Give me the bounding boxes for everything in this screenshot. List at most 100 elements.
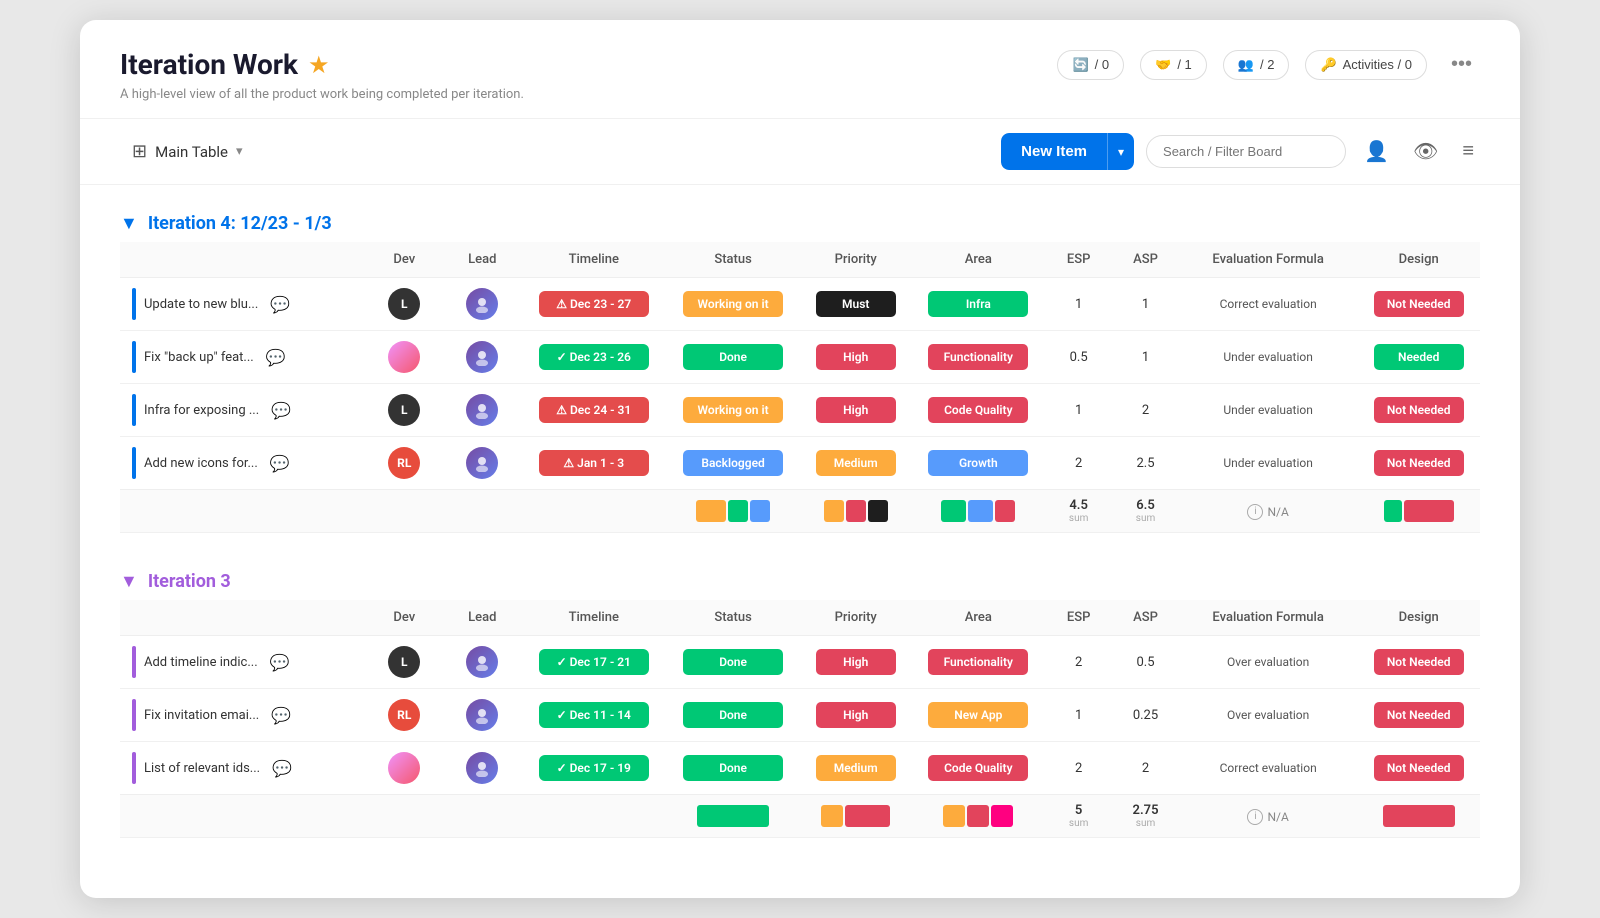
table-icon: ⊞ — [132, 141, 147, 162]
summary-status — [666, 795, 800, 838]
lead-cell — [443, 331, 521, 384]
counter-btn-0[interactable]: 🔄 / 0 — [1057, 50, 1124, 80]
priority-cell: High — [800, 689, 911, 742]
col-lead: Lead — [443, 242, 521, 278]
counter-label-2: / 2 — [1260, 57, 1274, 72]
summary-asp: 6.5 sum — [1112, 490, 1179, 533]
item-name-cell: Infra for exposing ... 💬 — [120, 384, 365, 437]
dev-cell: RL — [365, 689, 443, 742]
priority-cell: Medium — [800, 742, 911, 795]
eval-cell: Correct evaluation — [1179, 742, 1357, 795]
col-asp: ASP — [1112, 600, 1179, 636]
comment-icon[interactable]: 💬 — [271, 401, 291, 420]
timeline-badge: ✓ Dec 11 - 14 — [539, 702, 649, 728]
comment-icon[interactable]: 💬 — [270, 295, 290, 314]
design-summary-block — [1383, 805, 1455, 827]
col-eval: Evaluation Formula — [1179, 242, 1357, 278]
lead-avatar — [466, 752, 498, 784]
info-icon: i — [1247, 809, 1263, 825]
col-priority: Priority — [800, 600, 911, 636]
star-icon[interactable]: ★ — [308, 51, 330, 79]
priority-badge: High — [816, 344, 896, 370]
iteration-4-table-wrapper: Dev Lead Timeline Status Priority Area E… — [120, 242, 1480, 533]
comment-icon[interactable]: 💬 — [266, 348, 286, 367]
area-cell: Code Quality — [911, 742, 1045, 795]
esp-cell: 1 — [1045, 384, 1112, 437]
eye-icon-button[interactable]: 👁 — [1407, 133, 1444, 170]
table-row: Update to new blu... 💬 L ⚠ Dec 23 - 27 W… — [120, 278, 1480, 331]
comment-icon[interactable]: 💬 — [270, 454, 290, 473]
item-name-text: Infra for exposing ... — [144, 403, 259, 418]
counter-label-1: / 1 — [1177, 57, 1191, 72]
summary-status — [666, 490, 800, 533]
summary-lead — [443, 795, 521, 838]
col-esp: ESP — [1045, 600, 1112, 636]
eval-cell: Over evaluation — [1179, 636, 1357, 689]
eval-cell: Over evaluation — [1179, 689, 1357, 742]
summary-lead — [443, 490, 521, 533]
iteration-4-title: Iteration 4: 12/23 - 1/3 — [148, 213, 332, 234]
user-icon-button[interactable]: 👤 — [1358, 133, 1395, 170]
item-name-cell: Add new icons for... 💬 — [120, 437, 365, 490]
table-row: Fix invitation emai... 💬 RL ✓ Dec 11 - 1… — [120, 689, 1480, 742]
summary-timeline — [521, 490, 666, 533]
summary-eval: i N/A — [1179, 795, 1357, 838]
item-name-text: Fix "back up" feat... — [144, 350, 254, 365]
comment-icon[interactable]: 💬 — [272, 759, 292, 778]
col-status: Status — [666, 600, 800, 636]
filter-icon-button[interactable]: ≡ — [1456, 134, 1480, 169]
summary-area — [911, 795, 1045, 838]
status-badge: Backlogged — [683, 450, 783, 476]
table-name: Main Table — [155, 143, 228, 161]
lead-cell — [443, 437, 521, 490]
color-bar — [132, 341, 136, 373]
summary-dev — [365, 490, 443, 533]
summary-priority — [800, 490, 911, 533]
esp-cell: 1 — [1045, 689, 1112, 742]
timeline-cell: ✓ Dec 17 - 21 — [521, 636, 666, 689]
iteration-4-toggle[interactable]: ▼ — [120, 213, 138, 234]
table-row: Add timeline indic... 💬 L ✓ Dec 17 - 21 … — [120, 636, 1480, 689]
design-badge: Not Needed — [1374, 291, 1464, 317]
status-cell: Working on it — [666, 384, 800, 437]
more-button[interactable]: ••• — [1443, 49, 1480, 80]
item-name-text: Add timeline indic... — [144, 655, 258, 670]
lead-avatar — [466, 447, 498, 479]
table-row: Fix "back up" feat... 💬 ✓ Dec 23 - 26 Do… — [120, 331, 1480, 384]
dev-cell: L — [365, 636, 443, 689]
app-container: Iteration Work ★ 🔄 / 0 🤝 / 1 👥 / 2 🔑 — [80, 20, 1520, 898]
app-title: Iteration Work — [120, 48, 298, 81]
area-summary-block — [967, 805, 989, 827]
new-item-dropdown-button[interactable]: ▾ — [1107, 133, 1134, 170]
new-item-button[interactable]: New Item — [1001, 133, 1107, 170]
comment-icon[interactable]: 💬 — [271, 706, 291, 725]
lead-cell — [443, 384, 521, 437]
esp-cell: 2 — [1045, 437, 1112, 490]
design-cell: Not Needed — [1357, 636, 1480, 689]
area-summary-block — [991, 805, 1013, 827]
counter-btn-1[interactable]: 🤝 / 1 — [1140, 50, 1207, 80]
area-summary-block — [968, 500, 993, 522]
area-cell: New App — [911, 689, 1045, 742]
timeline-cell: ✓ Dec 23 - 26 — [521, 331, 666, 384]
summary-esp: 4.5 sum — [1045, 490, 1112, 533]
status-badge: Done — [683, 702, 783, 728]
avatar — [388, 752, 420, 784]
asp-cell: 2 — [1112, 742, 1179, 795]
counter-btn-2[interactable]: 👥 / 2 — [1223, 50, 1290, 80]
priority-summary-block — [868, 500, 888, 522]
comment-icon[interactable]: 💬 — [270, 653, 290, 672]
search-input[interactable] — [1146, 135, 1346, 168]
area-badge: Infra — [928, 291, 1028, 317]
activities-btn[interactable]: 🔑 Activities / 0 — [1305, 50, 1427, 80]
status-cell: Working on it — [666, 278, 800, 331]
dev-cell — [365, 331, 443, 384]
table-selector[interactable]: ⊞ Main Table ▾ — [120, 135, 255, 168]
iteration-3-toggle[interactable]: ▼ — [120, 571, 138, 592]
color-bar — [132, 447, 136, 479]
status-badge: Done — [683, 755, 783, 781]
counter-icon-0: 🔄 — [1072, 57, 1088, 73]
status-cell: Done — [666, 636, 800, 689]
design-cell: Not Needed — [1357, 742, 1480, 795]
esp-cell: 0.5 — [1045, 331, 1112, 384]
